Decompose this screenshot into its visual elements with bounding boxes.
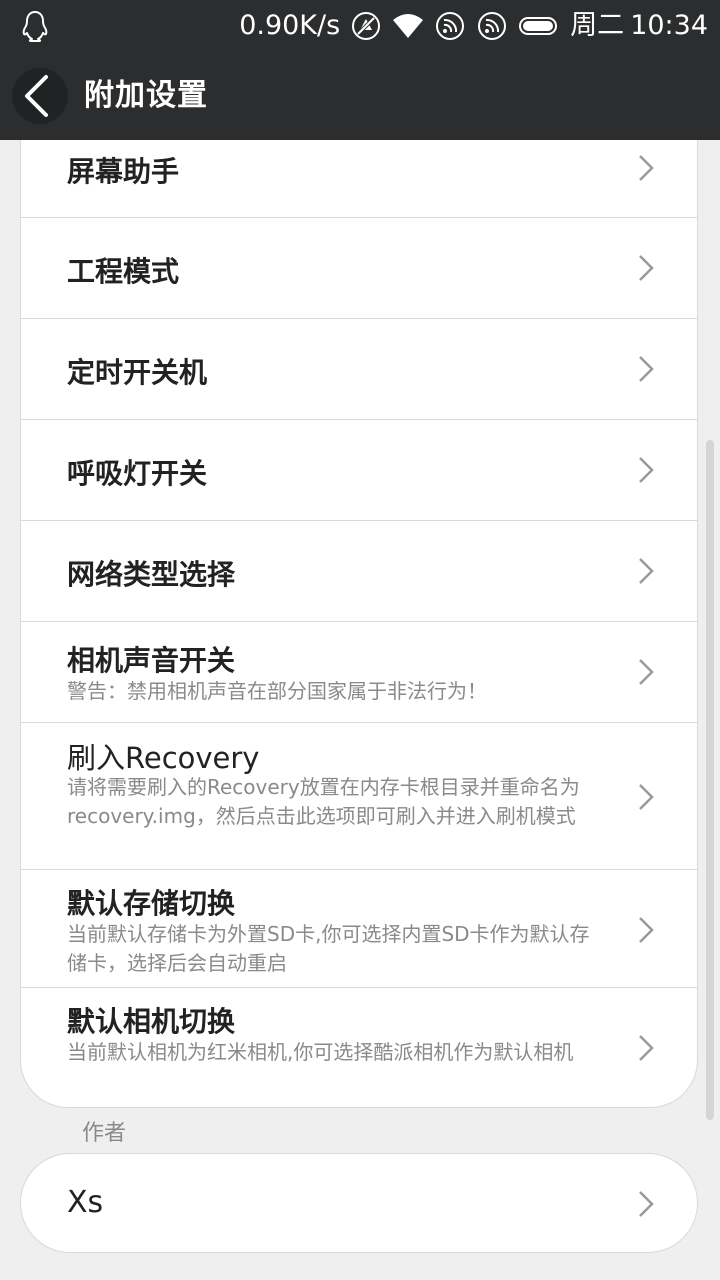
settings-item-subtitle: 警告：禁用相机声音在部分国家属于非法行为！ <box>67 679 487 703</box>
chevron-right-icon <box>639 155 654 181</box>
status-day: 周二 <box>570 10 625 41</box>
settings-item-subtitle: 请将需要刷入的Recovery放置在内存卡根目录并重命名为recovery.im… <box>67 775 580 828</box>
settings-item-screen-assistant[interactable]: 屏幕助手 <box>21 140 697 218</box>
battery-icon <box>519 17 558 35</box>
author-name: Xs <box>67 1185 104 1220</box>
settings-item-title: 呼吸灯开关 <box>67 457 208 490</box>
settings-item-title: 刷入Recovery <box>67 741 260 775</box>
chevron-right-icon <box>639 1035 654 1061</box>
settings-content: 屏幕助手 工程模式 定时开关机 呼吸灯开关 网络类型选择 相机声音开关 警告：禁… <box>0 140 720 1280</box>
settings-item-subtitle: 当前默认存储卡为外置SD卡,你可选择内置SD卡作为默认存储卡，选择后会自动重启 <box>67 922 590 975</box>
settings-item-title: 工程模式 <box>67 255 180 288</box>
chevron-right-icon <box>639 356 654 382</box>
chevron-right-icon <box>639 659 654 685</box>
status-bar: 0.90K/s 周二 10:34 <box>0 0 720 52</box>
qq-penguin-icon <box>22 11 48 42</box>
settings-card: 屏幕助手 工程模式 定时开关机 呼吸灯开关 网络类型选择 相机声音开关 警告：禁… <box>20 140 698 1108</box>
status-time: 10:34 <box>630 10 708 41</box>
nfc-icon <box>436 12 465 40</box>
author-card[interactable]: Xs <box>20 1153 698 1253</box>
chevron-right-icon <box>639 255 654 281</box>
settings-item-default-storage[interactable]: 默认存储切换 当前默认存储卡为外置SD卡,你可选择内置SD卡作为默认存储卡，选择… <box>21 870 697 988</box>
settings-item-engineering-mode[interactable]: 工程模式 <box>21 218 697 319</box>
back-arrow-icon <box>25 75 48 117</box>
back-button[interactable] <box>12 68 68 124</box>
chevron-right-icon <box>639 457 654 483</box>
network-speed: 0.90K/s <box>239 10 341 41</box>
settings-item-title: 屏幕助手 <box>67 155 180 188</box>
screen: 0.90K/s 周二 10:34 附加设置 屏幕助手 工程模式 定时开关机 呼吸… <box>0 0 720 1280</box>
chevron-right-icon <box>639 784 654 810</box>
settings-item-title: 相机声音开关 <box>67 644 236 677</box>
settings-item-title: 默认存储切换 <box>67 887 236 920</box>
nfc-icon <box>478 12 507 40</box>
chevron-right-icon <box>639 917 654 943</box>
settings-item-network-type[interactable]: 网络类型选择 <box>21 521 697 622</box>
scrollbar[interactable] <box>706 440 714 1120</box>
settings-item-flash-recovery[interactable]: 刷入Recovery 请将需要刷入的Recovery放置在内存卡根目录并重命名为… <box>21 723 697 870</box>
action-bar: 附加设置 <box>0 52 720 140</box>
chevron-right-icon <box>639 558 654 584</box>
settings-item-title: 定时开关机 <box>67 356 208 389</box>
settings-item-title: 网络类型选择 <box>67 558 236 591</box>
status-right: 0.90K/s 周二 10:34 <box>239 0 708 52</box>
settings-item-camera-sound[interactable]: 相机声音开关 警告：禁用相机声音在部分国家属于非法行为！ <box>21 622 697 723</box>
settings-item-scheduled-power[interactable]: 定时开关机 <box>21 319 697 420</box>
settings-item-title: 默认相机切换 <box>67 1005 236 1038</box>
settings-item-subtitle: 当前默认相机为红米相机,你可选择酷派相机作为默认相机 <box>67 1040 574 1064</box>
chevron-right-icon <box>639 1191 654 1217</box>
settings-item-breathing-light[interactable]: 呼吸灯开关 <box>21 420 697 521</box>
settings-item-default-camera[interactable]: 默认相机切换 当前默认相机为红米相机,你可选择酷派相机作为默认相机 <box>21 988 697 1106</box>
alarm-off-icon <box>352 12 381 40</box>
author-section-label: 作者 <box>82 1121 127 1146</box>
wifi-icon <box>393 14 424 38</box>
page-title: 附加设置 <box>84 78 208 113</box>
